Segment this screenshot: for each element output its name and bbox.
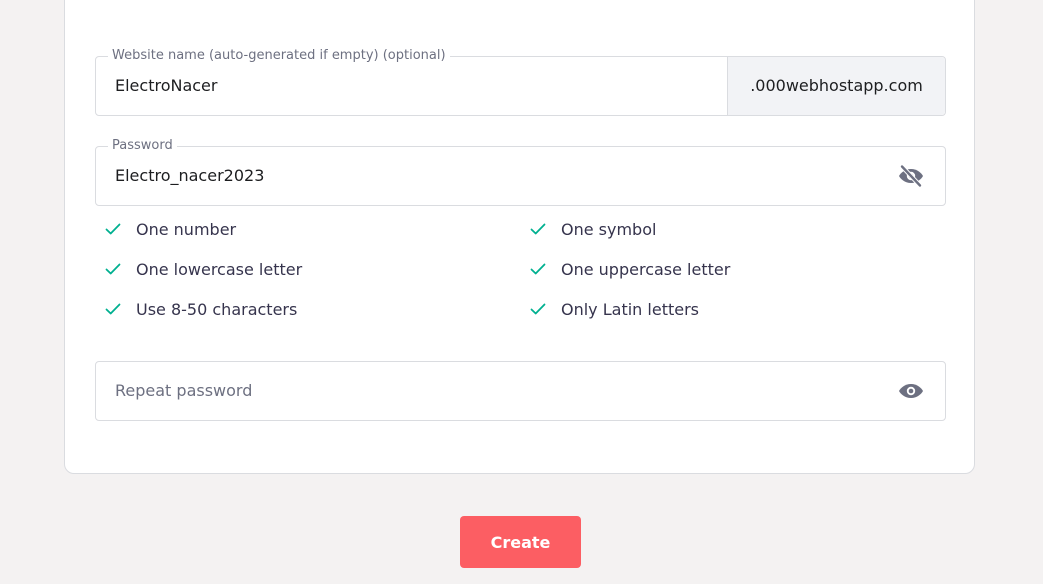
repeat-password-input[interactable]: Repeat password — [115, 362, 252, 420]
check-icon — [529, 220, 547, 238]
rule-text: One lowercase letter — [136, 259, 303, 279]
toggle-repeat-password-visibility-button[interactable] — [896, 377, 926, 405]
password-field[interactable]: Password Electro_nacer2023 — [95, 137, 946, 206]
toggle-password-visibility-button[interactable] — [896, 162, 926, 190]
rule-item: Only Latin letters — [529, 299, 699, 319]
rule-item: One symbol — [529, 219, 656, 239]
rule-item: Use 8-50 characters — [104, 299, 297, 319]
website-name-field[interactable]: Website name (auto-generated if empty) (… — [95, 47, 946, 116]
website-name-input[interactable]: ElectroNacer — [115, 57, 217, 115]
rule-text: One uppercase letter — [561, 259, 731, 279]
rule-text: One number — [136, 219, 237, 239]
create-button[interactable]: Create — [460, 516, 581, 568]
check-icon — [529, 300, 547, 318]
rule-item: One number — [104, 219, 236, 239]
check-icon — [104, 260, 122, 278]
rule-text: One symbol — [561, 219, 657, 239]
check-icon — [529, 260, 547, 278]
eye-icon — [899, 384, 923, 398]
rule-text: Only Latin letters — [561, 299, 699, 319]
eye-slash-icon — [899, 164, 923, 188]
repeat-password-field[interactable]: Repeat password — [95, 361, 946, 421]
check-icon — [104, 220, 122, 238]
rule-text: Use 8-50 characters — [136, 299, 298, 319]
domain-suffix: .000webhostapp.com — [727, 57, 945, 115]
rule-item: One uppercase letter — [529, 259, 730, 279]
check-icon — [104, 300, 122, 318]
rule-item: One lowercase letter — [104, 259, 302, 279]
password-input[interactable]: Electro_nacer2023 — [115, 147, 264, 205]
